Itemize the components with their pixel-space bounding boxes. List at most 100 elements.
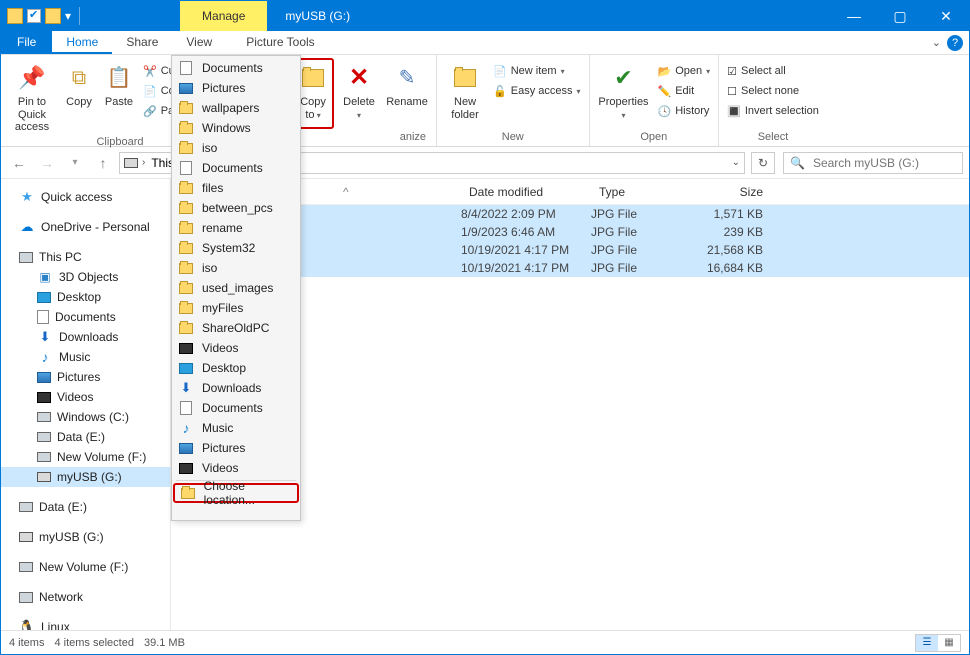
qat-folder-icon[interactable] — [45, 8, 61, 24]
dropdown-item[interactable]: Videos — [172, 458, 300, 478]
help-button[interactable]: ? — [947, 35, 963, 51]
dropdown-item[interactable]: Windows — [172, 118, 300, 138]
new-item-button[interactable]: 📄New item ▾ — [491, 62, 582, 80]
invert-selection-icon: 🔳 — [727, 105, 741, 118]
qat-checkbox[interactable] — [27, 9, 41, 23]
select-all-icon: ☑ — [727, 65, 737, 78]
status-selected-count: 4 items selected — [54, 637, 133, 649]
col-date[interactable]: Date modified — [461, 185, 591, 199]
easy-access-button[interactable]: 🔓Easy access ▾ — [491, 82, 582, 100]
dropdown-item[interactable]: wallpapers — [172, 98, 300, 118]
view-thumbnails-button[interactable]: ▦ — [938, 635, 960, 651]
tree-drive-e[interactable]: Data (E:) — [1, 427, 170, 447]
back-button[interactable]: ← — [7, 151, 31, 175]
properties-button[interactable]: ✔ Properties▾ — [596, 58, 652, 129]
copy-to-dropdown[interactable]: DocumentsPictureswallpapersWindowsisoDoc… — [171, 55, 301, 521]
videos-icon — [37, 392, 51, 403]
paste-button[interactable]: 📋 Paste — [101, 58, 137, 134]
tree-myusb-g[interactable]: myUSB (G:) — [1, 527, 170, 547]
col-type[interactable]: Type — [591, 185, 681, 199]
group-label-new: New — [443, 129, 582, 146]
view-toggle[interactable]: ☰ ▦ — [915, 634, 961, 652]
dropdown-item[interactable]: iso — [172, 138, 300, 158]
history-button[interactable]: 🕓History — [656, 102, 713, 120]
pin-quick-access-button[interactable]: 📌 Pin to Quick access — [7, 58, 57, 134]
tab-share[interactable]: Share — [112, 31, 172, 54]
dropdown-item[interactable]: Pictures — [172, 438, 300, 458]
tree-this-pc[interactable]: This PC — [1, 247, 170, 267]
recent-locations-button[interactable]: ▾ — [63, 151, 87, 175]
dropdown-item[interactable]: iso — [172, 258, 300, 278]
dropdown-item[interactable]: files — [172, 178, 300, 198]
new-folder-button[interactable]: New folder — [443, 58, 487, 129]
open-button[interactable]: 📂Open ▾ — [656, 62, 713, 80]
contextual-tab-manage[interactable]: Manage — [180, 1, 267, 31]
tree-pictures[interactable]: Pictures — [1, 367, 170, 387]
tab-picture-tools[interactable]: Picture Tools — [232, 31, 328, 54]
dropdown-item[interactable]: rename — [172, 218, 300, 238]
dropdown-item[interactable]: used_images — [172, 278, 300, 298]
tree-linux[interactable]: 🐧Linux — [1, 617, 170, 630]
dropdown-item[interactable]: ⬇Downloads — [172, 378, 300, 398]
quick-access-toolbar[interactable]: ▾ — [1, 1, 90, 31]
dropdown-item[interactable]: Documents — [172, 58, 300, 78]
tab-view[interactable]: View — [172, 31, 226, 54]
search-box[interactable]: 🔍 — [783, 152, 963, 174]
tree-quick-access[interactable]: ★Quick access — [1, 187, 170, 207]
dropdown-item[interactable]: myFiles — [172, 298, 300, 318]
tree-downloads[interactable]: ⬇Downloads — [1, 327, 170, 347]
dropdown-item[interactable]: between_pcs — [172, 198, 300, 218]
dropdown-item[interactable]: Documents — [172, 158, 300, 178]
rename-button[interactable]: ✎ Rename — [384, 58, 430, 129]
navigation-tree[interactable]: ★Quick access ☁OneDrive - Personal This … — [1, 179, 171, 630]
minimize-button[interactable]: ― — [831, 1, 877, 31]
dropdown-item[interactable]: Desktop — [172, 358, 300, 378]
tree-onedrive[interactable]: ☁OneDrive - Personal — [1, 217, 170, 237]
tree-documents[interactable]: Documents — [1, 307, 170, 327]
folder-icon — [178, 300, 194, 316]
view-details-button[interactable]: ☰ — [916, 635, 938, 651]
tree-network[interactable]: Network — [1, 587, 170, 607]
address-history-dropdown[interactable]: ⌄ — [732, 157, 740, 168]
tree-drive-g[interactable]: myUSB (G:) — [1, 467, 170, 487]
edit-button[interactable]: ✏️Edit — [656, 82, 713, 100]
copy-button[interactable]: ⧉ Copy — [61, 58, 97, 134]
tree-videos[interactable]: Videos — [1, 387, 170, 407]
tree-3d-objects[interactable]: ▣3D Objects — [1, 267, 170, 287]
dropdown-item[interactable]: Videos — [172, 338, 300, 358]
linux-icon: 🐧 — [19, 619, 35, 630]
folder-icon — [178, 460, 194, 476]
properties-icon: ✔ — [608, 62, 640, 94]
paste-icon: 📋 — [103, 62, 135, 94]
tree-drive-c[interactable]: Windows (C:) — [1, 407, 170, 427]
dropdown-item[interactable]: Pictures — [172, 78, 300, 98]
dropdown-item[interactable]: ♪Music — [172, 418, 300, 438]
delete-button[interactable]: ✕ Delete▾ — [338, 58, 380, 129]
tab-file[interactable]: File — [1, 31, 52, 54]
select-all-button[interactable]: ☑Select all — [725, 62, 821, 80]
forward-button[interactable]: → — [35, 151, 59, 175]
dropdown-item[interactable]: ShareOldPC — [172, 318, 300, 338]
explorer-body: ★Quick access ☁OneDrive - Personal This … — [1, 179, 969, 630]
tree-desktop[interactable]: Desktop — [1, 287, 170, 307]
folder-icon: ⬇ — [178, 380, 194, 396]
up-button[interactable]: ↑ — [91, 151, 115, 175]
choose-location-item[interactable]: Choose location... — [173, 483, 299, 503]
folder-icon — [178, 260, 194, 276]
dropdown-item[interactable]: System32 — [172, 238, 300, 258]
tree-drive-f[interactable]: New Volume (F:) — [1, 447, 170, 467]
dropdown-item[interactable]: Documents — [172, 398, 300, 418]
tree-music[interactable]: ♪Music — [1, 347, 170, 367]
close-button[interactable]: ✕ — [923, 1, 969, 31]
search-input[interactable] — [811, 155, 970, 171]
select-none-button[interactable]: ☐Select none — [725, 82, 821, 100]
col-size[interactable]: Size — [681, 185, 771, 199]
tree-data-e[interactable]: Data (E:) — [1, 497, 170, 517]
invert-selection-button[interactable]: 🔳Invert selection — [725, 102, 821, 120]
ribbon-collapse-caret[interactable]: ⌄ — [932, 36, 941, 49]
maximize-button[interactable]: ▢ — [877, 1, 923, 31]
refresh-button[interactable]: ↻ — [751, 152, 775, 174]
tree-newvol-f[interactable]: New Volume (F:) — [1, 557, 170, 577]
tab-home[interactable]: Home — [52, 31, 112, 54]
desktop-icon — [37, 292, 51, 303]
